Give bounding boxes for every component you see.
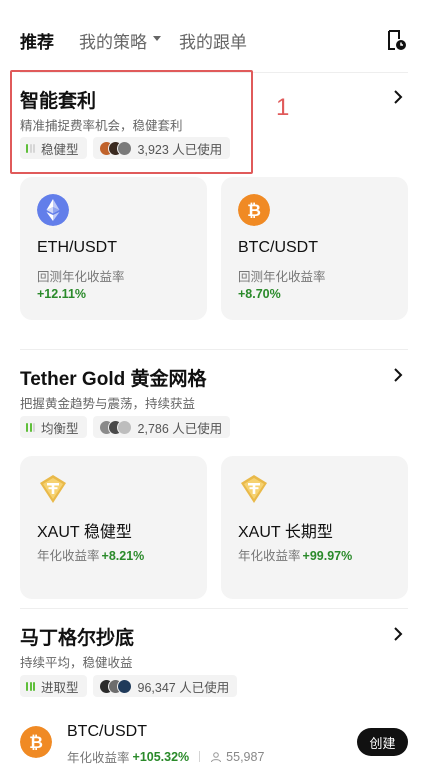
chevron-right-icon[interactable] [392, 627, 404, 641]
chevron-right-icon[interactable] [392, 368, 404, 382]
tab-recommend[interactable]: 推荐 [20, 28, 54, 53]
users-count: 55,987 [226, 749, 265, 764]
chevron-right-icon[interactable] [392, 90, 404, 104]
xaut-icon [40, 475, 66, 503]
return-row: 年化收益率 +8.21% [37, 545, 144, 564]
pair-name: XAUT 稳健型 [37, 524, 132, 541]
strategy-card-xaut-long[interactable]: XAUT 长期型 年化收益率 +99.97% [221, 456, 408, 599]
return-label: 回测年化收益率 [37, 270, 125, 284]
section-subtitle: 持续平均，稳健收益 [20, 656, 133, 670]
create-button[interactable]: 创建 [357, 728, 408, 756]
risk-tag: 进取型 [20, 675, 87, 697]
strategy-item-btc[interactable]: ₿ BTC/USDT 年化收益率 +105.32% 55,987 创建 [0, 714, 430, 769]
pair-name: ETH/USDT [37, 239, 117, 256]
risk-level-icon [26, 681, 35, 691]
return-label: 年化收益率 [37, 549, 100, 563]
risk-label: 均衡型 [41, 421, 79, 436]
strategy-card-xaut-stable[interactable]: XAUT 稳健型 年化收益率 +8.21% [20, 456, 207, 599]
users-count: 96,347 人已使用 [137, 680, 230, 695]
annotation-highlight-box [10, 70, 253, 174]
section-subtitle: 把握黄金趋势与震荡，持续获益 [20, 397, 196, 411]
svg-text:₿: ₿ [29, 733, 43, 753]
user-avatars [98, 419, 132, 435]
pair-name: BTC/USDT [238, 239, 318, 256]
users-tag: 96,347 人已使用 [92, 675, 238, 697]
eth-icon [37, 194, 69, 226]
svg-text:₿: ₿ [247, 201, 261, 221]
item-meta: 年化收益率 +105.32% 55,987 [67, 747, 264, 766]
return-label: 回测年化收益率 [238, 270, 326, 284]
divider [20, 608, 408, 609]
section-title[interactable]: Tether Gold 黄金网格 [20, 364, 206, 391]
return-row: 年化收益率 +99.97% [238, 545, 352, 564]
separator [199, 751, 201, 762]
risk-label: 进取型 [41, 680, 79, 695]
order-history-icon[interactable] [384, 28, 408, 52]
return-label: 年化收益率 [67, 751, 130, 765]
return-value: +8.70% [238, 287, 281, 301]
risk-tag: 均衡型 [20, 416, 87, 438]
return-value: +8.21% [101, 549, 145, 563]
users-stat: 55,987 [210, 750, 264, 764]
divider [20, 349, 408, 350]
tag-row: 进取型 96,347 人已使用 [20, 675, 238, 697]
section-title[interactable]: 马丁格尔抄底 [20, 623, 134, 650]
tab-my-copy-trading[interactable]: 我的跟单 [179, 28, 247, 53]
tag-row: 均衡型 2,786 人已使用 [20, 416, 231, 438]
user-avatars [98, 678, 132, 694]
annotation-number: 1 [276, 94, 290, 121]
top-nav: 推荐 我的策略 我的跟单 [0, 0, 430, 72]
return-value: +12.11% [37, 287, 87, 301]
pair-name: XAUT 长期型 [238, 524, 333, 541]
xaut-icon [241, 475, 267, 503]
risk-level-icon [26, 422, 35, 432]
btc-icon: ₿ [20, 726, 52, 758]
strategy-card-eth[interactable]: ETH/USDT 回测年化收益率 +12.11% [20, 177, 207, 320]
return-label: 年化收益率 [238, 549, 301, 563]
return-value: +99.97% [302, 549, 353, 563]
user-icon [211, 751, 222, 762]
pair-name: BTC/USDT [67, 723, 147, 740]
chevron-down-icon[interactable] [153, 36, 161, 41]
tab-my-strategy[interactable]: 我的策略 [79, 28, 147, 53]
btc-icon: ₿ [238, 194, 270, 226]
return-value: +105.32% [132, 749, 190, 764]
users-count: 2,786 人已使用 [137, 421, 223, 436]
strategy-card-btc[interactable]: ₿ BTC/USDT 回测年化收益率 +8.70% [221, 177, 408, 320]
users-tag: 2,786 人已使用 [92, 416, 231, 438]
